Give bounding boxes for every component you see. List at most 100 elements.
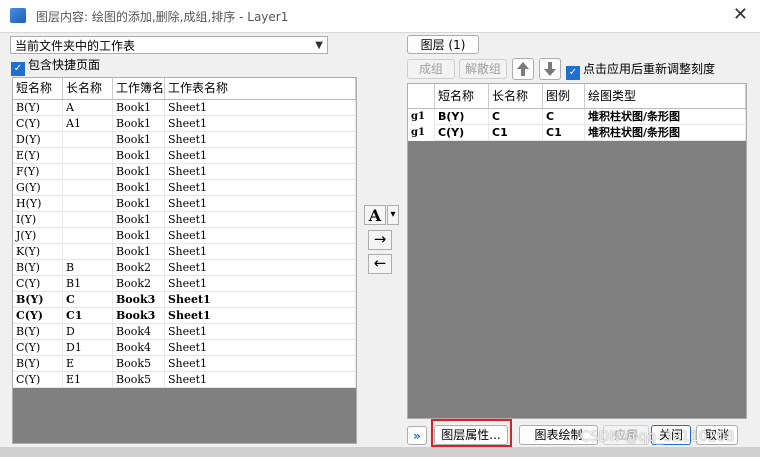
table-cell: Book1 [113,164,165,180]
layer-plots-header: 短名称 长名称 图例 绘图类型 [408,84,746,109]
table-cell: Book1 [113,244,165,260]
column-header[interactable]: 工作表名称 [165,78,356,99]
table-cell: Sheet1 [165,116,356,132]
layer-plot-rows: g1 B(Y) C C 堆积柱状图/条形图 g1 C(Y) C1 C1 堆积柱状图/条形图 [408,109,746,141]
table-cell: Book3 [113,292,165,308]
table-cell: C(Y) [13,340,63,356]
column-header[interactable]: 工作簿名 [113,78,165,99]
table-row[interactable]: C(Y) E1 Book5 Sheet1 [13,372,356,388]
include-shortcut-checkbox[interactable]: ✓ 包含快捷页面 [11,57,100,76]
table-cell: Sheet1 [165,356,356,372]
worksheet-table-header: 短名称 长名称 工作簿名 工作表名称 [13,78,356,100]
table-cell: Sheet1 [165,260,356,276]
worksheet-rows: B(Y) A Book1 Sheet1 C(Y) A1 Book1 Sheet1 D(Y) Boo… [13,100,356,388]
worksheet-table[interactable]: 短名称 长名称 工作簿名 工作表名称 B(Y) A Book1 Sheet1 C(Y) A… [12,77,357,444]
rescale-label: 点击应用后重新调整刻度 [583,62,716,76]
table-cell: I(Y) [13,212,63,228]
table-cell: B(Y) [435,109,489,125]
column-header[interactable]: 图例 [543,84,585,108]
table-cell: C(Y) [13,116,63,132]
column-header[interactable]: 长名称 [489,84,543,108]
table-cell: Sheet1 [165,292,356,308]
table-row[interactable]: C(Y) A1 Book1 Sheet1 [13,116,356,132]
source-dropdown-value: 当前文件夹中的工作表 [15,39,136,53]
table-cell: Sheet1 [165,308,356,324]
table-cell: G(Y) [13,180,63,196]
table-cell: A1 [63,116,113,132]
table-row[interactable]: g1 C(Y) C1 C1 堆积柱状图/条形图 [408,125,746,141]
table-row[interactable]: K(Y) Book1 Sheet1 [13,244,356,260]
table-row[interactable]: E(Y) Book1 Sheet1 [13,148,356,164]
source-dropdown[interactable]: 当前文件夹中的工作表 ▼ [10,36,328,54]
table-row[interactable]: H(Y) Book1 Sheet1 [13,196,356,212]
table-row[interactable]: J(Y) Book1 Sheet1 [13,228,356,244]
table-row[interactable]: B(Y) A Book1 Sheet1 [13,100,356,116]
table-row[interactable]: B(Y) E Book5 Sheet1 [13,356,356,372]
column-header[interactable]: 长名称 [63,78,113,99]
group-label: g1 [408,109,435,125]
table-row[interactable]: I(Y) Book1 Sheet1 [13,212,356,228]
table-cell: Sheet1 [165,196,356,212]
table-cell: D(Y) [13,132,63,148]
checkbox-checked-icon: ✓ [566,66,580,80]
table-cell: B(Y) [13,324,63,340]
highlight-box [431,419,512,447]
checkbox-checked-icon: ✓ [11,62,25,76]
table-cell: D [63,324,113,340]
font-dropdown-icon[interactable]: ▾ [387,205,399,225]
table-row[interactable]: F(Y) Book1 Sheet1 [13,164,356,180]
table-cell: Book4 [113,324,165,340]
move-down-button[interactable] [539,58,561,80]
layer-plots-table[interactable]: 短名称 长名称 图例 绘图类型 g1 B(Y) C C 堆积柱状图/条形图 g1 C(Y) C… [407,83,747,419]
table-cell: C(Y) [435,125,489,141]
table-cell: C(Y) [13,308,63,324]
expand-button[interactable]: » [407,426,427,445]
table-cell: Sheet1 [165,340,356,356]
background-strip [0,447,760,457]
table-row[interactable]: g1 B(Y) C C 堆积柱状图/条形图 [408,109,746,125]
add-plot-button[interactable]: → [368,230,392,250]
table-cell [63,212,113,228]
table-cell [63,244,113,260]
table-cell: Sheet1 [165,148,356,164]
table-cell: Book5 [113,372,165,388]
table-row[interactable]: B(Y) D Book4 Sheet1 [13,324,356,340]
table-row[interactable]: B(Y) B Book2 Sheet1 [13,260,356,276]
font-button[interactable]: A [364,205,386,225]
column-header[interactable]: 绘图类型 [585,84,746,108]
table-cell: Book1 [113,132,165,148]
rescale-checkbox[interactable]: ✓ 点击应用后重新调整刻度 [566,61,716,80]
ungroup-button[interactable]: 解散组 [459,59,507,79]
arrow-down-icon [544,62,556,76]
column-header [408,84,435,108]
table-cell: B(Y) [13,260,63,276]
group-button[interactable]: 成组 [407,59,455,79]
table-cell: C [63,292,113,308]
table-cell: Sheet1 [165,228,356,244]
table-cell: C1 [63,308,113,324]
table-cell: D1 [63,340,113,356]
arrow-up-icon [517,62,529,76]
table-cell: 堆积柱状图/条形图 [585,109,746,125]
table-cell: E1 [63,372,113,388]
table-row[interactable]: C(Y) D1 Book4 Sheet1 [13,340,356,356]
table-row[interactable]: D(Y) Book1 Sheet1 [13,132,356,148]
table-cell: Sheet1 [165,372,356,388]
remove-plot-button[interactable]: ← [368,254,392,274]
watermark-text: CSDN @qq_38110208 [580,429,735,445]
column-header[interactable]: 短名称 [13,78,63,99]
table-cell: Book1 [113,228,165,244]
close-icon[interactable]: ✕ [733,4,748,25]
table-row[interactable]: B(Y) C Book3 Sheet1 [13,292,356,308]
group-label: g1 [408,125,435,141]
column-header[interactable]: 短名称 [435,84,489,108]
table-row[interactable]: C(Y) C1 Book3 Sheet1 [13,308,356,324]
table-row[interactable]: G(Y) Book1 Sheet1 [13,180,356,196]
table-cell: Sheet1 [165,276,356,292]
table-cell: C [543,109,585,125]
window-title: 图层内容: 绘图的添加,删除,成组,排序 - Layer1 [36,10,289,24]
layer-button[interactable]: 图层 (1) [407,35,479,54]
table-cell: Book1 [113,100,165,116]
move-up-button[interactable] [512,58,534,80]
table-row[interactable]: C(Y) B1 Book2 Sheet1 [13,276,356,292]
